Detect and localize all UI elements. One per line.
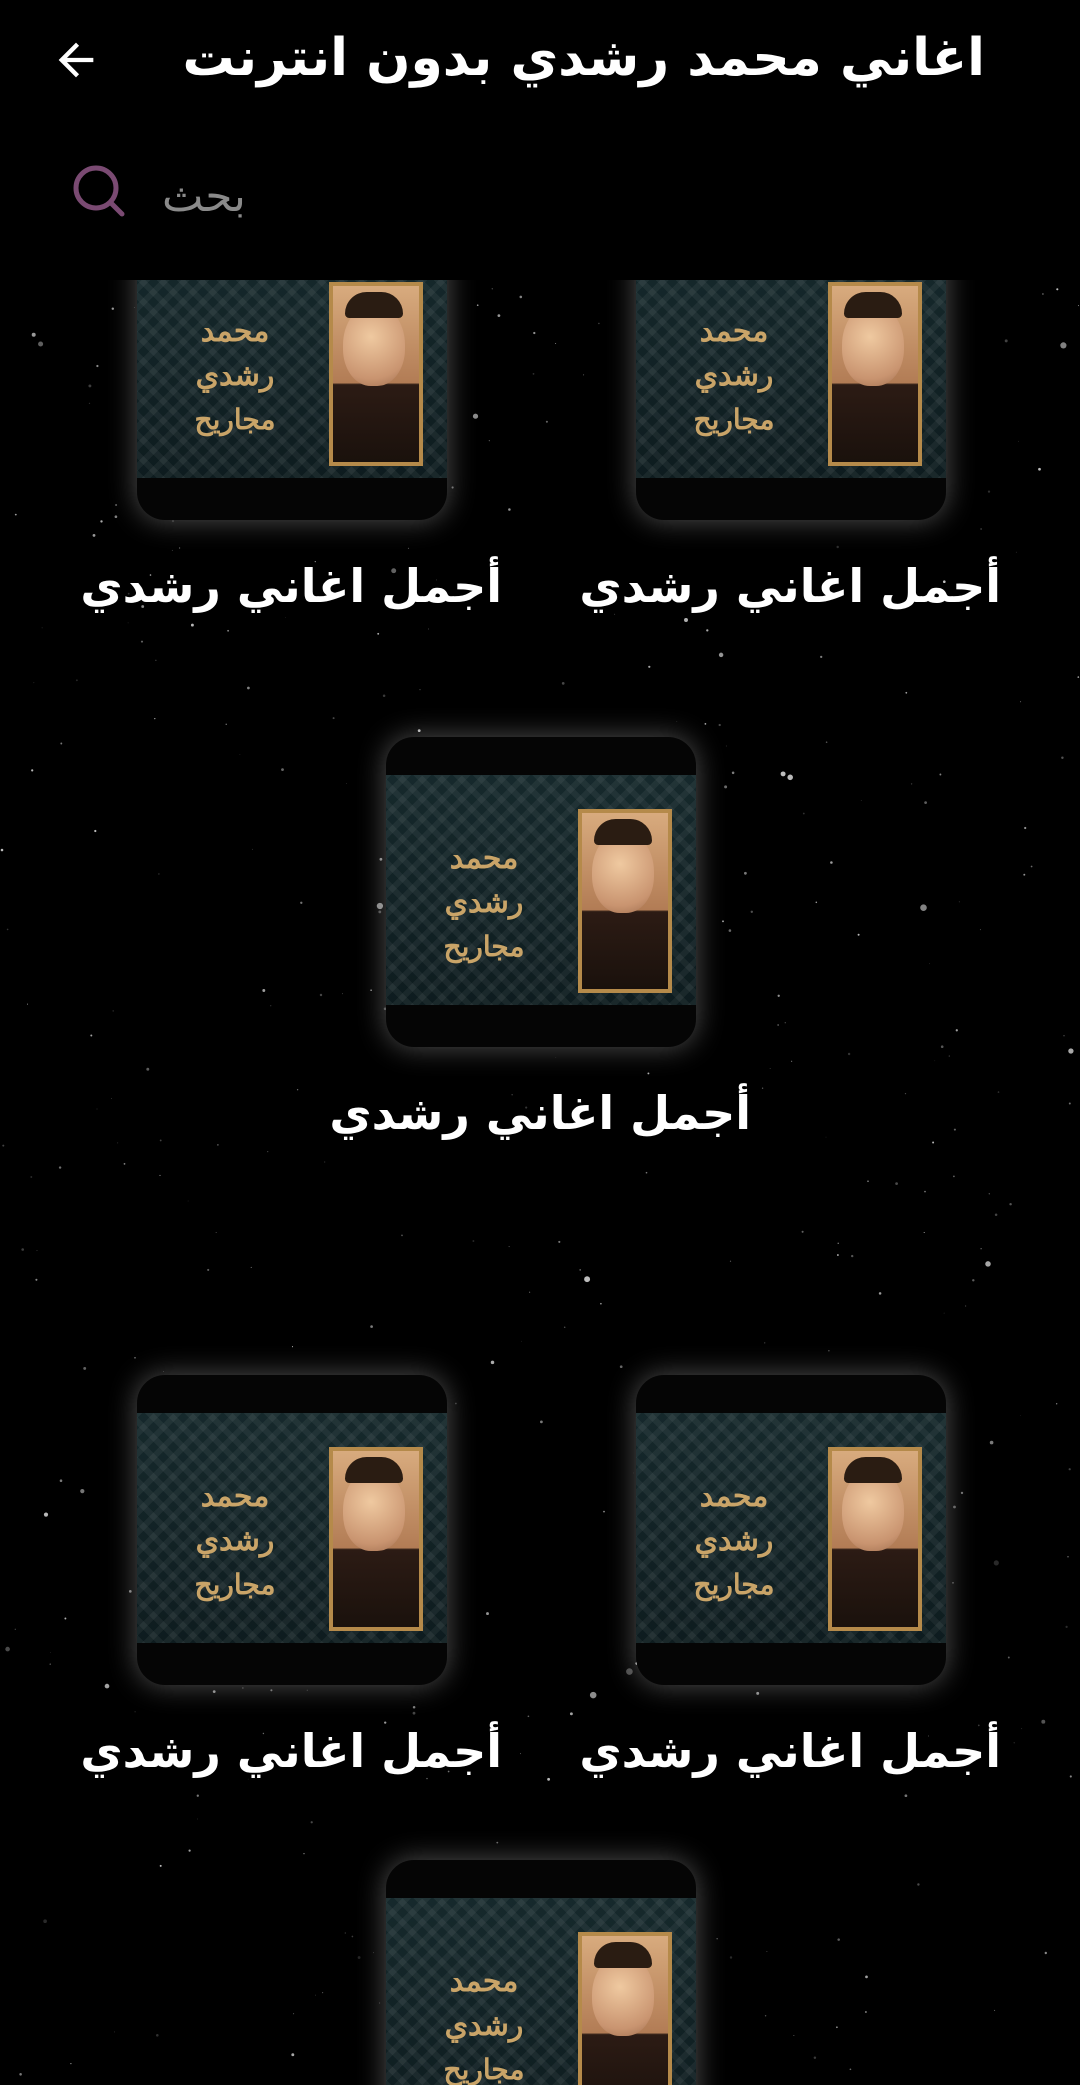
cover-artist-text: محمد رشدي [694,1479,774,1558]
album-thumbnail: محمد رشدي مجاريح [636,1375,946,1685]
album-thumbnail: محمد رشدي مجاريح [386,1860,696,2085]
item-title: أجمل اغاني رشدي [80,1724,502,1778]
item-title: أجمل اغاني رشدي [80,559,502,613]
cover-album-text: مجاريح [693,403,775,436]
list-item[interactable]: محمد رشدي مجاريح أجمل اغاني رشدي [80,1375,502,1781]
item-title: أجمل اغاني رشدي [579,559,1001,613]
page-title: اغاني محمد رشدي بدون انترنت [182,28,985,88]
cover-album-text: مجاريح [194,1568,276,1601]
search-bar [0,120,1080,280]
item-title: أجمل اغاني رشدي [579,1724,1001,1778]
list-item[interactable]: محمد رشدي مجاريح [386,1860,696,2085]
app-bar: اغاني محمد رشدي بدون انترنت [0,0,1080,120]
album-thumbnail: محمد رشدي مجاريح [137,280,447,520]
back-button[interactable] [40,24,112,96]
cover-album-text: مجاريح [443,2053,525,2085]
artist-portrait [828,1447,922,1631]
cover-album-text: مجاريح [693,1568,775,1601]
artist-portrait [828,282,922,466]
cover-artist-text: محمد رشدي [694,314,774,393]
cover-album-text: مجاريح [443,930,525,963]
cover-artist-text: محمد رشدي [195,314,275,393]
list-item[interactable]: محمد رشدي مجاريح أجمل اغاني رشدي [80,280,502,616]
search-input[interactable] [160,160,864,232]
search-icon[interactable] [70,162,130,222]
album-grid[interactable]: محمد رشدي مجاريح أجمل اغاني رشدي محمد رش… [0,280,1080,2085]
album-thumbnail: محمد رشدي مجاريح [386,737,696,1047]
list-item[interactable]: محمد رشدي مجاريح أجمل اغاني رشدي [579,280,1001,616]
item-title: أجمل اغاني رشدي [329,1086,751,1140]
album-thumbnail: محمد رشدي مجاريح [636,280,946,520]
list-item[interactable]: محمد رشدي مجاريح أجمل اغاني رشدي [329,737,751,1143]
artist-portrait [578,1932,672,2085]
cover-artist-text: محمد رشدي [195,1479,275,1558]
artist-portrait [329,282,423,466]
album-thumbnail: محمد رشدي مجاريح [137,1375,447,1685]
artist-portrait [578,809,672,993]
list-item[interactable]: محمد رشدي مجاريح أجمل اغاني رشدي [579,1375,1001,1781]
cover-album-text: مجاريح [194,403,276,436]
arrow-left-icon [58,42,94,78]
cover-artist-text: محمد رشدي [444,841,524,920]
artist-portrait [329,1447,423,1631]
cover-artist-text: محمد رشدي [444,1964,524,2043]
